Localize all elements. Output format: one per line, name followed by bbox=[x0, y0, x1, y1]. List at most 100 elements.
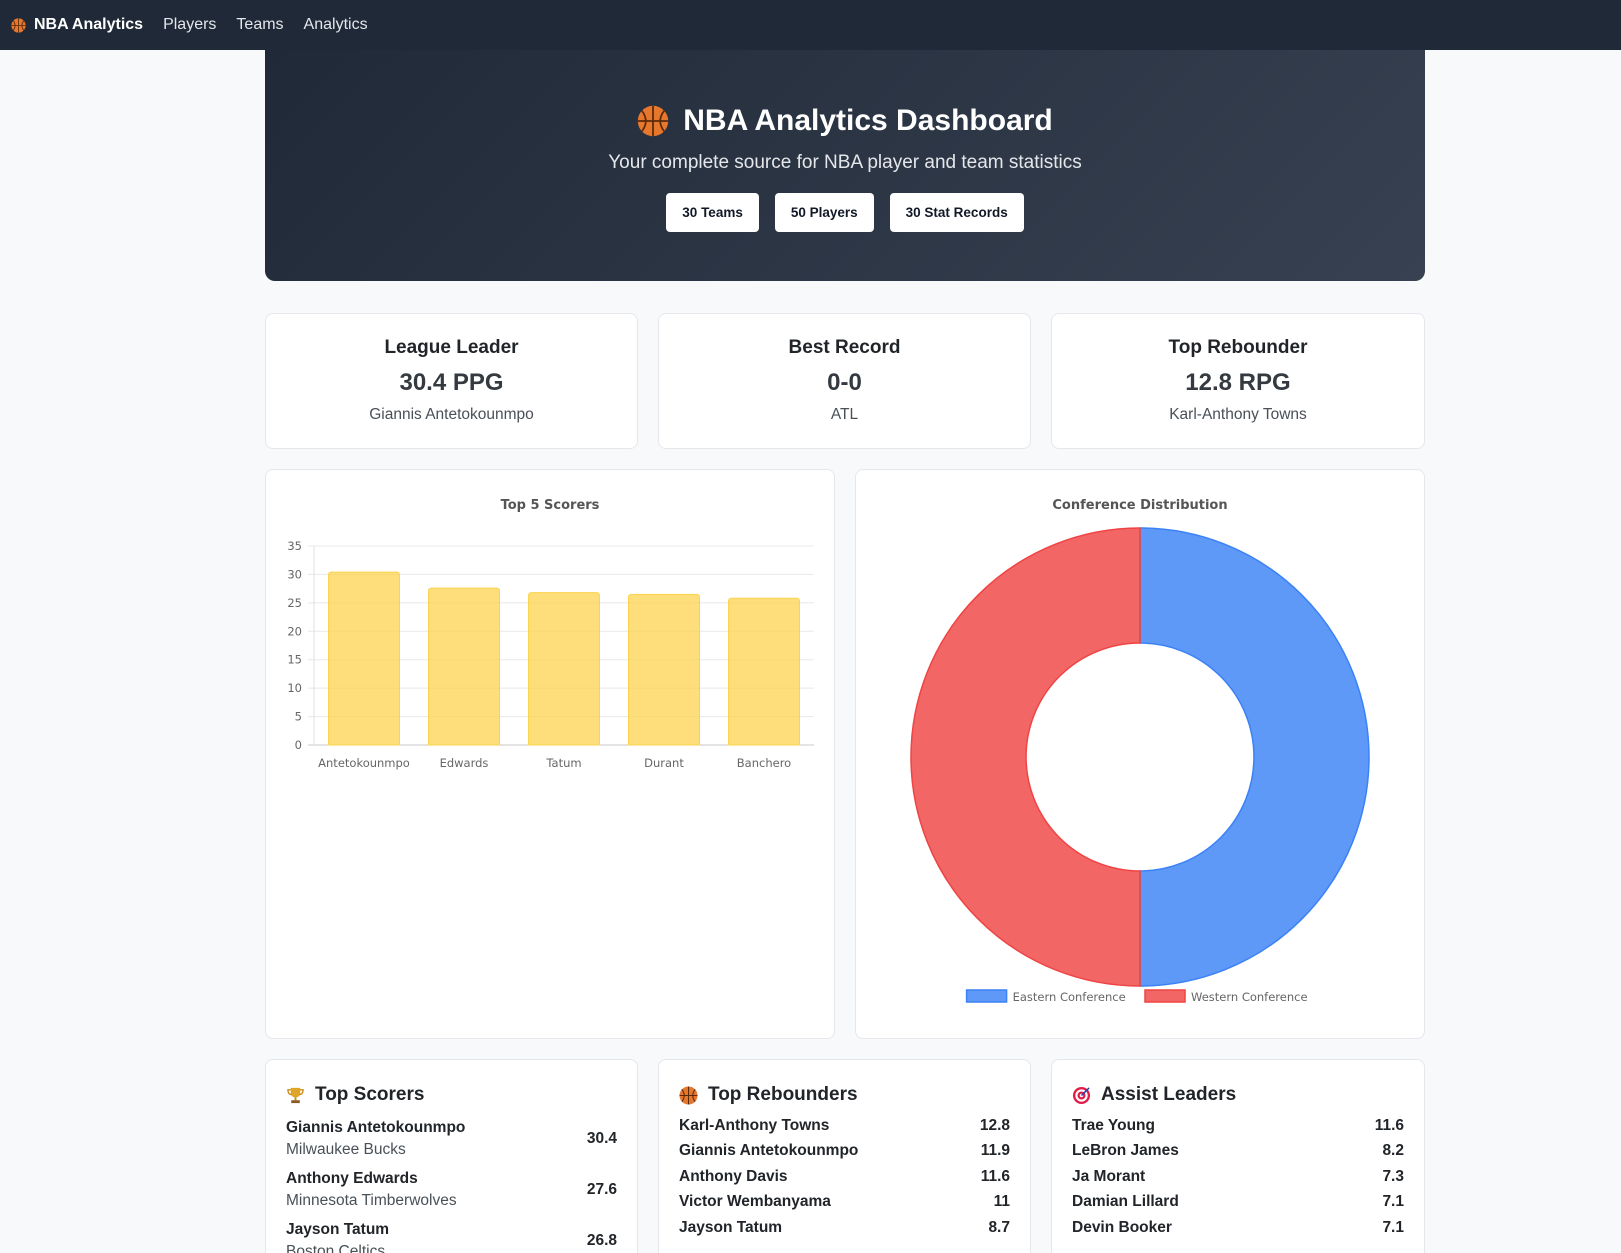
bar[interactable] bbox=[528, 592, 600, 746]
stat-card-league-leader: League Leader 30.4 PPG Giannis Antetokou… bbox=[265, 313, 638, 449]
nav-link-players[interactable]: Players bbox=[163, 16, 216, 34]
player-name: LeBron James bbox=[1072, 1142, 1179, 1160]
top-scorers-chart-card: Top 5 Scorers 0 5 10 15 20 25 30 35 Antetokounmp… bbox=[265, 469, 835, 1039]
nav-link-teams[interactable]: Teams bbox=[236, 16, 283, 34]
bar-chart: 0 5 10 15 20 25 30 35 Antetokounmpo Edwards Tatum D… bbox=[287, 539, 814, 770]
hero-subtitle: Your complete source for NBA player and … bbox=[608, 152, 1082, 173]
stat-value: 30.4 bbox=[586, 1129, 617, 1147]
y-tick-label: 25 bbox=[287, 596, 302, 610]
stat-value: 11 bbox=[993, 1193, 1010, 1211]
player-name: Giannis Antetokounmpo bbox=[679, 1142, 859, 1160]
list-title: Top Scorers bbox=[315, 1084, 425, 1105]
list-item[interactable]: Jayson Tatum 8.7 bbox=[659, 1215, 1030, 1241]
teams-count-badge: 30 Teams bbox=[666, 193, 759, 232]
legend-label: Western Conference bbox=[1191, 990, 1308, 1004]
player-name: Devin Booker bbox=[1072, 1218, 1172, 1236]
player-name: Giannis Antetokounmpo bbox=[286, 1118, 466, 1136]
legend-swatch bbox=[1144, 989, 1186, 1003]
stat-title: League Leader bbox=[384, 337, 519, 358]
stat-value: 11.6 bbox=[980, 1167, 1010, 1185]
players-count-badge: 50 Players bbox=[774, 193, 874, 232]
y-tick-label: 30 bbox=[287, 567, 302, 581]
bar[interactable] bbox=[428, 587, 500, 746]
list-heading: Assist Leaders bbox=[1072, 1084, 1424, 1106]
y-tick-label: 10 bbox=[287, 681, 302, 695]
team-name: Minnesota Timberwolves bbox=[286, 1191, 457, 1209]
y-tick-label: 5 bbox=[295, 710, 302, 724]
player-name: Jayson Tatum bbox=[679, 1218, 783, 1236]
stat-card-top-rebounder: Top Rebounder 12.8 RPG Karl-Anthony Town… bbox=[1051, 313, 1425, 449]
player-name: Anthony Davis bbox=[679, 1167, 788, 1185]
doughnut-slice[interactable] bbox=[910, 527, 1141, 987]
list-item[interactable]: Anthony Davis 11.6 bbox=[659, 1164, 1030, 1190]
top-scorers-card: Top Scorers Giannis Antetokounmpo Milwauk… bbox=[265, 1059, 638, 1253]
team-name: Milwaukee Bucks bbox=[286, 1140, 406, 1158]
hero-banner: NBA Analytics Dashboard Your complete so… bbox=[265, 50, 1425, 281]
bar[interactable] bbox=[728, 597, 800, 746]
list-item[interactable]: Devin Booker 7.1 bbox=[1052, 1215, 1424, 1241]
assist-leaders-card: Assist Leaders Trae Young 11.6 LeBron Jam… bbox=[1051, 1059, 1425, 1253]
player-name: Karl-Anthony Towns bbox=[679, 1116, 830, 1134]
stat-subtext: Giannis Antetokounmpo bbox=[369, 406, 534, 423]
stat-value: 8.2 bbox=[1382, 1142, 1404, 1160]
list-item[interactable]: Giannis Antetokounmpo 11.9 bbox=[659, 1139, 1030, 1165]
list-item[interactable]: Anthony Edwards Minnesota Timberwolves 27… bbox=[266, 1164, 637, 1215]
list-item[interactable]: Jayson Tatum Boston Celtics 26.8 bbox=[266, 1215, 637, 1253]
bar[interactable] bbox=[328, 571, 400, 746]
list-item[interactable]: Giannis Antetokounmpo Milwaukee Bucks 30.… bbox=[266, 1113, 637, 1164]
chart-title: Top 5 Scorers bbox=[500, 498, 600, 513]
stat-title: Best Record bbox=[788, 337, 901, 358]
list-item[interactable]: Damian Lillard 7.1 bbox=[1052, 1190, 1424, 1216]
stat-value: 11.6 bbox=[1374, 1116, 1404, 1134]
conference-chart-card: Conference Distribution Eastern Conferen… bbox=[855, 469, 1425, 1039]
list-title: Top Rebounders bbox=[708, 1084, 858, 1105]
stat-value: 7.1 bbox=[1382, 1218, 1404, 1236]
stat-value: 7.1 bbox=[1382, 1193, 1404, 1211]
stat-subtext: ATL bbox=[830, 406, 859, 423]
stat-value: 27.6 bbox=[586, 1180, 617, 1198]
stat-value: 30.4 PPG bbox=[399, 369, 504, 396]
x-tick-label: Banchero bbox=[737, 756, 791, 770]
stat-records-badge: 30 Stat Records bbox=[889, 193, 1024, 232]
page-title: NBA Analytics Dashboard bbox=[683, 104, 1053, 137]
list-item[interactable]: LeBron James 8.2 bbox=[1052, 1139, 1424, 1165]
brand-link[interactable]: NBA Analytics bbox=[11, 16, 143, 34]
list-item[interactable]: Trae Young 11.6 bbox=[1052, 1113, 1424, 1139]
hero-heading: NBA Analytics Dashboard bbox=[265, 104, 1425, 138]
list-heading: Top Scorers bbox=[286, 1084, 637, 1106]
legend-label: Eastern Conference bbox=[1013, 990, 1126, 1004]
nav-link-analytics[interactable]: Analytics bbox=[304, 16, 368, 34]
brand-label: NBA Analytics bbox=[34, 16, 144, 33]
stat-subtext: Karl-Anthony Towns bbox=[1169, 406, 1307, 423]
list-item[interactable]: Victor Wembanyama 11 bbox=[659, 1190, 1030, 1216]
list-item[interactable]: Karl-Anthony Towns 12.8 bbox=[659, 1113, 1030, 1139]
bar[interactable] bbox=[628, 593, 700, 746]
player-name: Jayson Tatum bbox=[286, 1220, 390, 1238]
stat-title: Top Rebounder bbox=[1168, 337, 1308, 358]
basketball-icon bbox=[679, 1085, 698, 1105]
x-tick-label: Antetokounmpo bbox=[318, 756, 410, 770]
stat-value: 0-0 bbox=[827, 369, 862, 396]
target-icon bbox=[1072, 1086, 1091, 1104]
stat-value: 12.8 bbox=[979, 1116, 1010, 1134]
y-tick-label: 20 bbox=[287, 624, 302, 638]
basketball-icon bbox=[638, 105, 669, 137]
y-tick-label: 35 bbox=[287, 539, 302, 553]
player-name: Trae Young bbox=[1072, 1116, 1155, 1134]
list-title: Assist Leaders bbox=[1101, 1084, 1237, 1105]
trophy-icon bbox=[287, 1087, 304, 1103]
y-tick-label: 15 bbox=[287, 653, 302, 667]
top-rebounders-card: Top Rebounders Karl-Anthony Towns 12.8 Gi… bbox=[658, 1059, 1031, 1253]
player-name: Damian Lillard bbox=[1072, 1193, 1179, 1211]
doughnut-chart: Eastern Conference Western Conference bbox=[910, 527, 1370, 1004]
x-tick-label: Tatum bbox=[545, 756, 581, 770]
navbar: NBA Analytics Players Teams Analytics bbox=[0, 0, 1621, 50]
player-name: Anthony Edwards bbox=[286, 1169, 418, 1187]
stat-value: 26.8 bbox=[586, 1231, 617, 1249]
doughnut-slice[interactable] bbox=[1139, 527, 1370, 987]
y-tick-label: 0 bbox=[295, 738, 302, 752]
list-item[interactable]: Ja Morant 7.3 bbox=[1052, 1164, 1424, 1190]
stat-card-best-record: Best Record 0-0 ATL bbox=[658, 313, 1031, 449]
x-tick-label: Durant bbox=[644, 756, 684, 770]
stat-value: 12.8 RPG bbox=[1185, 369, 1291, 396]
